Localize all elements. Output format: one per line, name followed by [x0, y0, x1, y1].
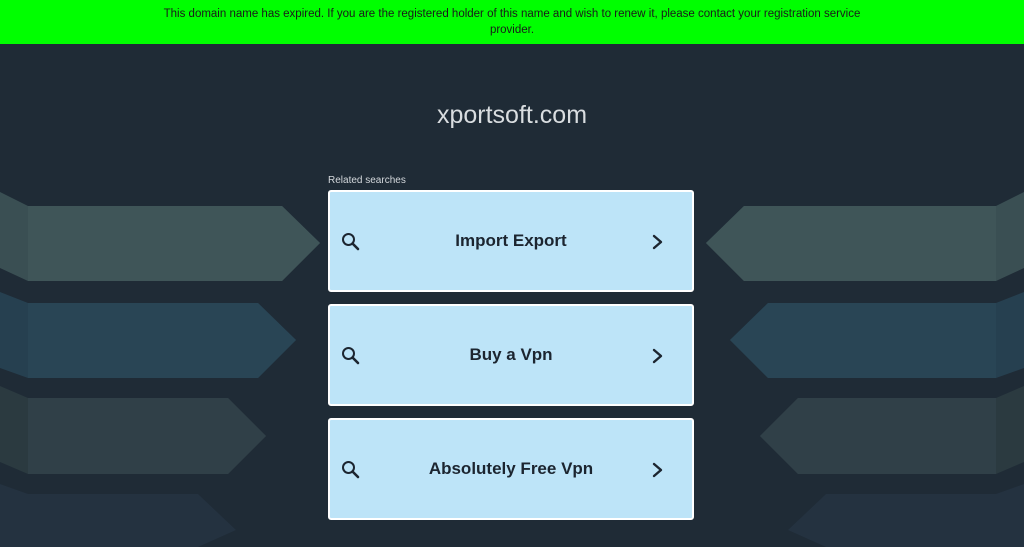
domain-title: xportsoft.com — [436, 101, 588, 129]
related-search-label: Absolutely Free Vpn — [428, 459, 594, 478]
search-icon — [342, 461, 360, 479]
bg-arrow-left-4 — [0, 484, 236, 547]
related-search-buy-a-vpn[interactable]: Buy a Vpn — [328, 304, 694, 406]
related-searches-label: Related searches — [328, 175, 406, 186]
banner-text: This domain name has expired. If you are… — [163, 8, 861, 36]
chevron-right-icon — [652, 234, 663, 250]
related-search-label: Buy a Vpn — [469, 345, 553, 364]
search-icon — [342, 347, 360, 365]
search-icon — [342, 233, 360, 251]
chevron-right-icon — [652, 462, 663, 478]
related-search-import-export[interactable]: Import Export — [328, 190, 694, 292]
bg-arrow-right-4 — [788, 484, 1024, 547]
chevron-right-icon — [652, 348, 663, 364]
expired-domain-banner: This domain name has expired. If you are… — [0, 0, 1024, 44]
related-search-absolutely-free-vpn[interactable]: Absolutely Free Vpn — [328, 418, 694, 520]
related-search-label: Import Export — [455, 231, 567, 250]
